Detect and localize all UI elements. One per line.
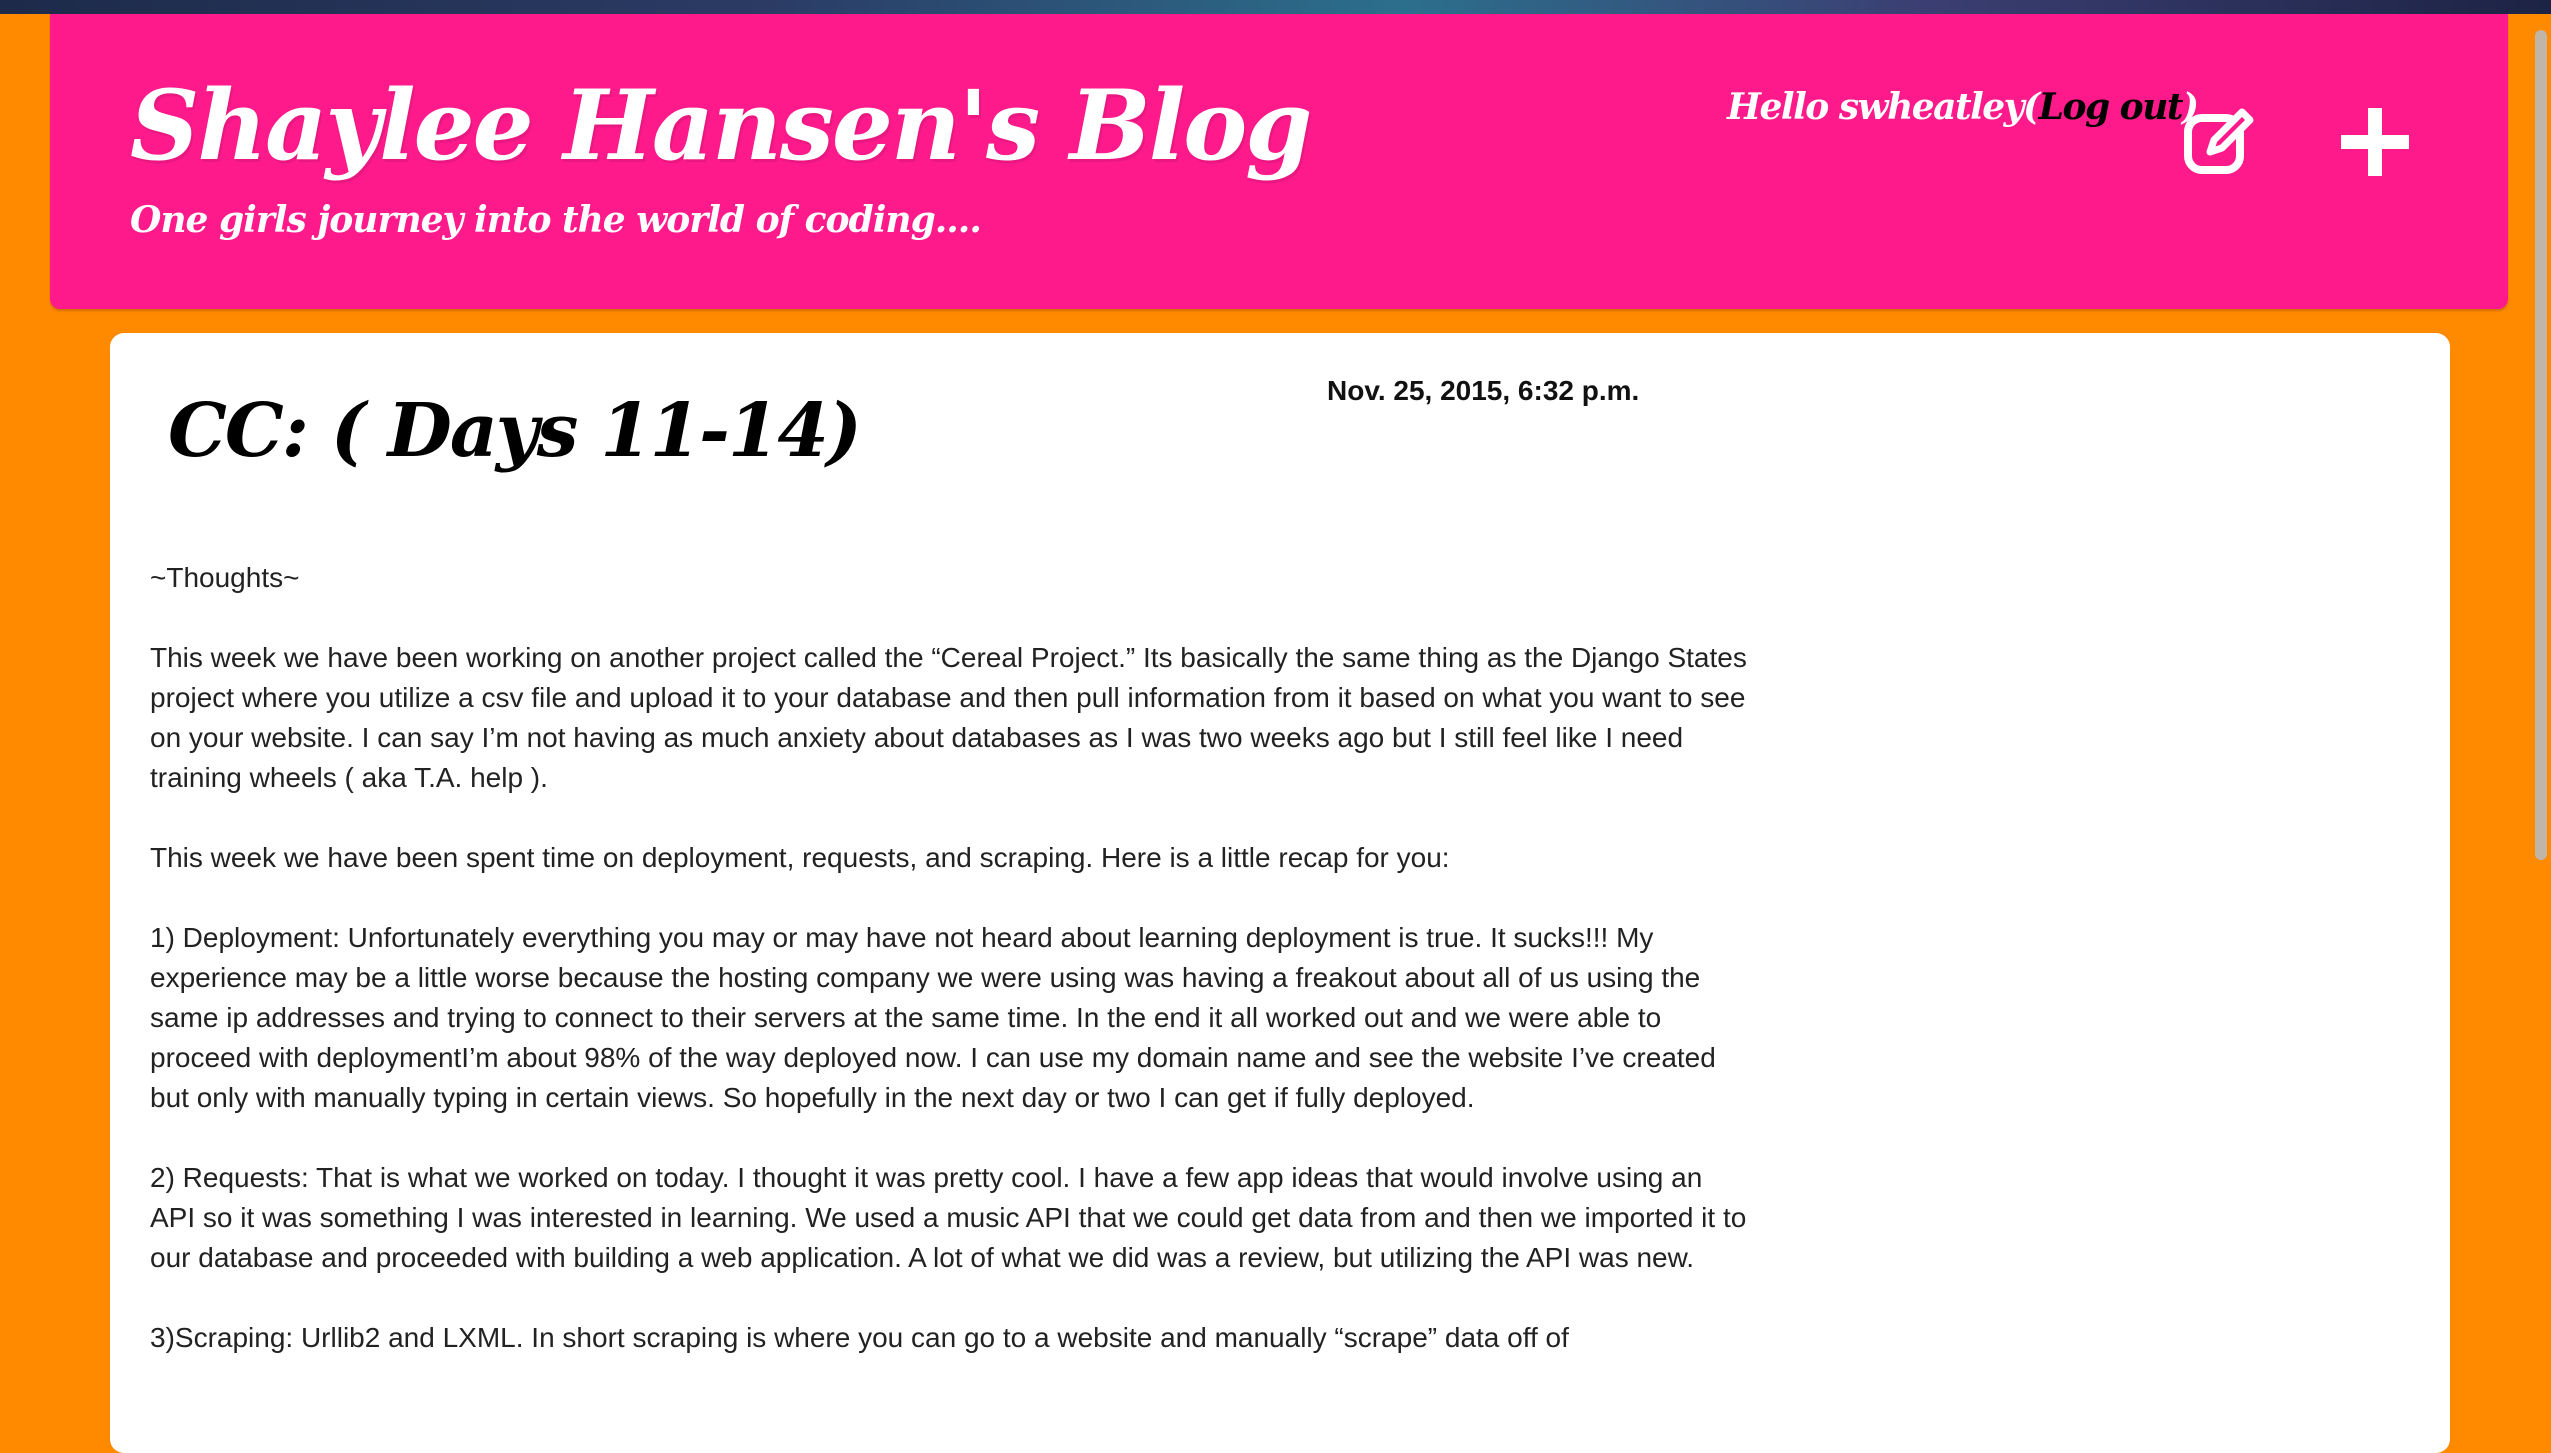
logout-link[interactable]: Log out [2039, 86, 2184, 128]
user-greeting: Hello swheatley(Log out) [1727, 86, 2199, 128]
logout-open-paren: ( [2023, 86, 2040, 128]
greeting-text: Hello swheatley [1727, 86, 2025, 128]
post-paragraph-scraping: 3)Scraping: Urllib2 and LXML. In short s… [150, 1322, 1569, 1353]
post-paragraph-cereal-project: This week we have been working on anothe… [150, 642, 1747, 793]
blog-title[interactable]: Shaylee Hansen's Blog [130, 69, 1312, 182]
blog-header: Shaylee Hansen's Blog One girls journey … [50, 14, 2508, 309]
post-body: ~Thoughts~ This week we have been workin… [150, 558, 1750, 1398]
plus-icon [2341, 108, 2409, 176]
post-paragraph-requests: 2) Requests: That is what we worked on t… [150, 1162, 1747, 1273]
edit-icon [2184, 108, 2254, 174]
page-scrollbar[interactable] [2535, 30, 2547, 860]
post-date: Nov. 25, 2015, 6:32 p.m. [1327, 375, 1640, 406]
browser-top-strip [0, 0, 2551, 14]
post-title[interactable]: CC: ( Days 11-14) [168, 388, 862, 474]
edit-post-button[interactable] [2180, 102, 2260, 182]
add-post-button[interactable] [2335, 102, 2415, 182]
post-paragraph-thoughts: ~Thoughts~ [150, 562, 300, 593]
post-paragraph-deployment: 1) Deployment: Unfortunately everything … [150, 922, 1716, 1113]
post-card: CC: ( Days 11-14) Nov. 25, 2015, 6:32 p.… [110, 333, 2450, 1453]
blog-subtitle: One girls journey into the world of codi… [130, 199, 982, 241]
post-paragraph-recap-intro: This week we have been spent time on dep… [150, 842, 1450, 873]
